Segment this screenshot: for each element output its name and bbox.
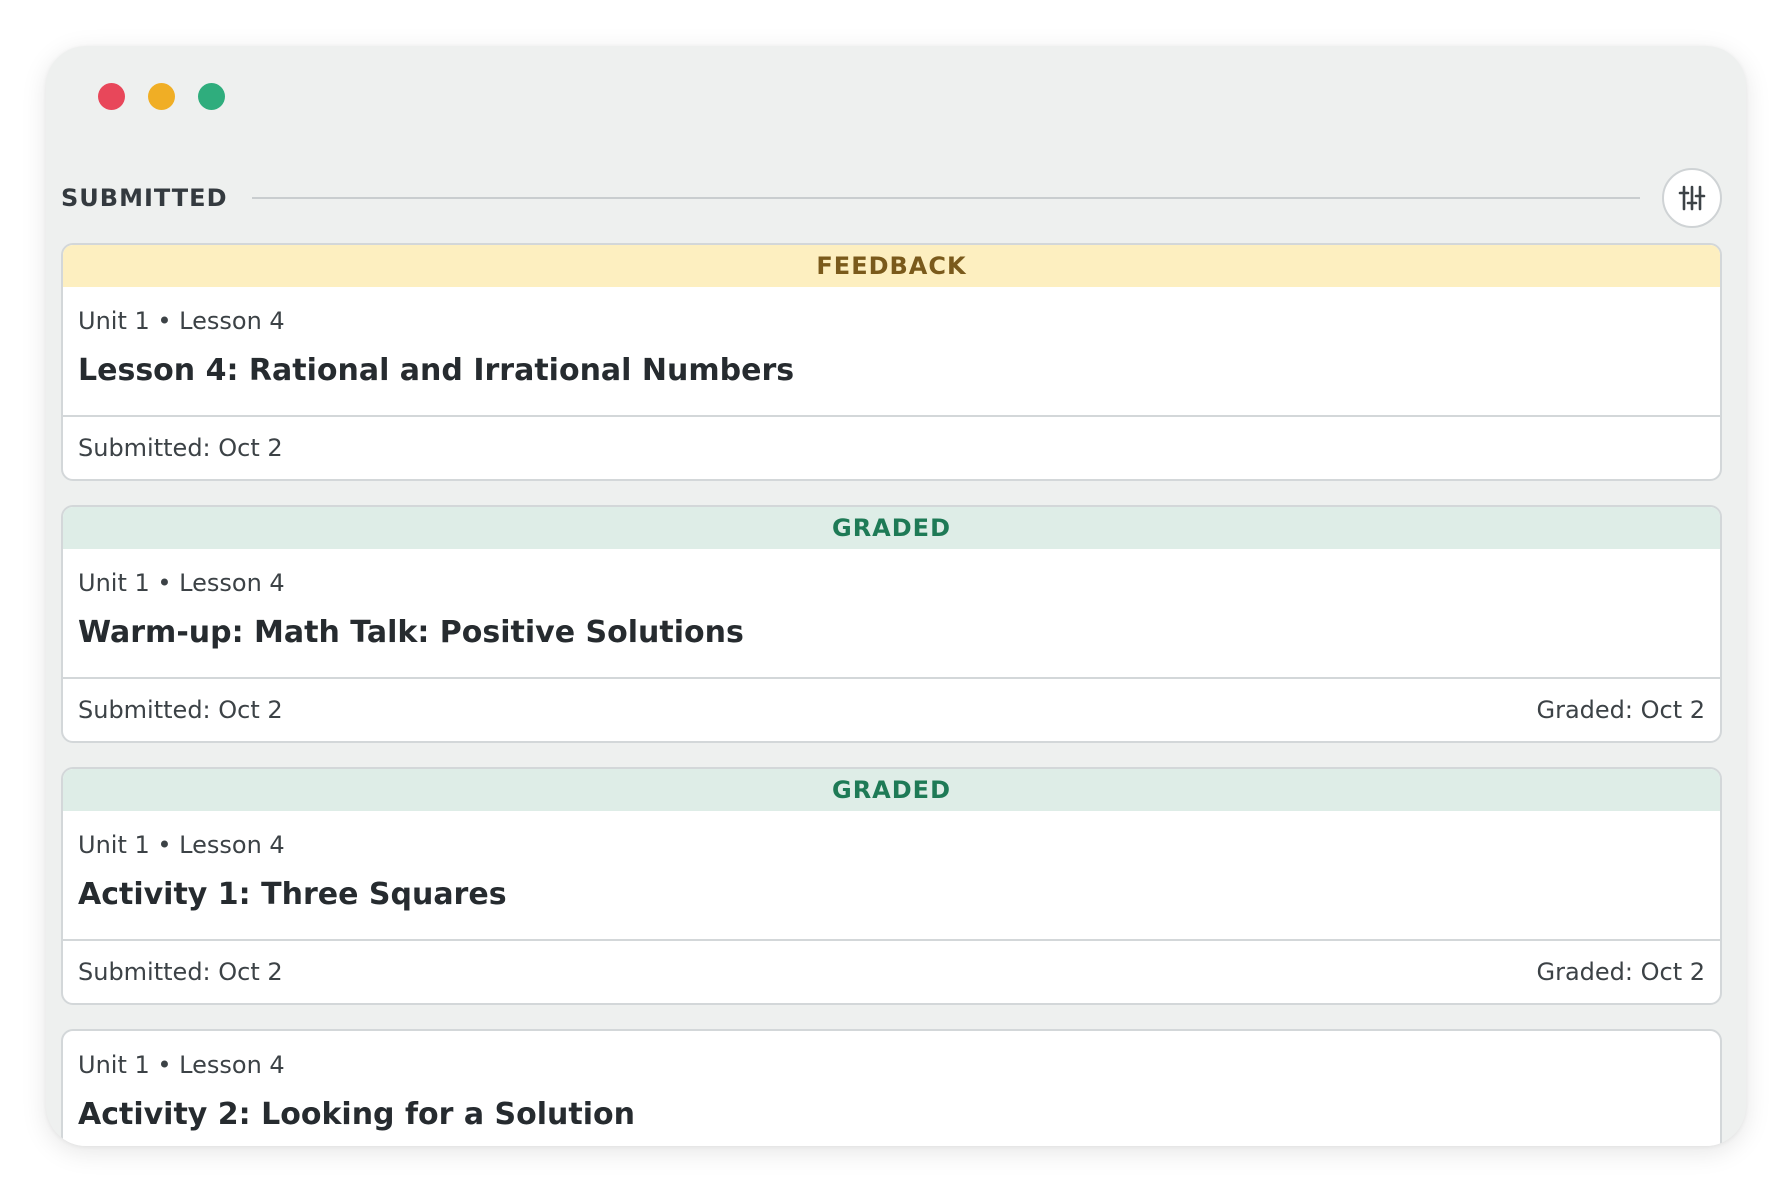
- assignment-title[interactable]: Activity 1: Three Squares: [78, 875, 1705, 915]
- card-footer: Submitted: Oct 2 Graded: Oct 2: [63, 939, 1720, 1003]
- app-window: SUBMITTED FEEDBACK Unit 1 • Lesson 4 Les…: [46, 46, 1746, 1146]
- minimize-window-button[interactable]: [148, 83, 175, 110]
- assignment-title[interactable]: Lesson 4: Rational and Irrational Number…: [78, 351, 1705, 391]
- unit-lesson-label: Unit 1 • Lesson 4: [78, 307, 285, 335]
- unit-lesson-label: Unit 1 • Lesson 4: [78, 831, 285, 859]
- maximize-window-button[interactable]: [198, 83, 225, 110]
- submitted-date: Submitted: Oct 2: [78, 696, 283, 724]
- submitted-date: Submitted: Oct 2: [78, 434, 283, 462]
- card-footer: Submitted: Oct 2 Graded: Oct 2: [63, 677, 1720, 741]
- card-body: Unit 1 • Lesson 4 Activity 2: Looking fo…: [63, 1031, 1720, 1146]
- card-footer: Submitted: Oct 2: [63, 415, 1720, 479]
- close-window-button[interactable]: [98, 83, 125, 110]
- sliders-icon: [1678, 185, 1706, 211]
- section-header: SUBMITTED: [61, 168, 1722, 228]
- submission-list: FEEDBACK Unit 1 • Lesson 4 Lesson 4: Rat…: [61, 243, 1722, 1146]
- submission-card[interactable]: Unit 1 • Lesson 4 Activity 2: Looking fo…: [61, 1029, 1722, 1146]
- card-body: Unit 1 • Lesson 4 Lesson 4: Rational and…: [63, 287, 1720, 415]
- submission-card[interactable]: GRADED Unit 1 • Lesson 4 Warm-up: Math T…: [61, 505, 1722, 743]
- graded-date: Graded: Oct 2: [1536, 696, 1705, 724]
- assignment-title[interactable]: Warm-up: Math Talk: Positive Solutions: [78, 613, 1705, 653]
- status-badge-feedback: FEEDBACK: [63, 245, 1720, 287]
- card-body: Unit 1 • Lesson 4 Warm-up: Math Talk: Po…: [63, 549, 1720, 677]
- graded-date: Graded: Oct 2: [1536, 958, 1705, 986]
- submission-card[interactable]: GRADED Unit 1 • Lesson 4 Activity 1: Thr…: [61, 767, 1722, 1005]
- status-badge-graded: GRADED: [63, 769, 1720, 811]
- submission-card[interactable]: FEEDBACK Unit 1 • Lesson 4 Lesson 4: Rat…: [61, 243, 1722, 481]
- assignment-title[interactable]: Activity 2: Looking for a Solution: [78, 1095, 1705, 1135]
- submitted-date: Submitted: Oct 2: [78, 958, 283, 986]
- title-bar: [46, 46, 1746, 144]
- status-badge-graded: GRADED: [63, 507, 1720, 549]
- section-title: SUBMITTED: [61, 184, 228, 212]
- filter-button[interactable]: [1662, 168, 1722, 228]
- unit-lesson-label: Unit 1 • Lesson 4: [78, 1051, 285, 1079]
- card-body: Unit 1 • Lesson 4 Activity 1: Three Squa…: [63, 811, 1720, 939]
- section-divider: [251, 197, 1640, 199]
- unit-lesson-label: Unit 1 • Lesson 4: [78, 569, 285, 597]
